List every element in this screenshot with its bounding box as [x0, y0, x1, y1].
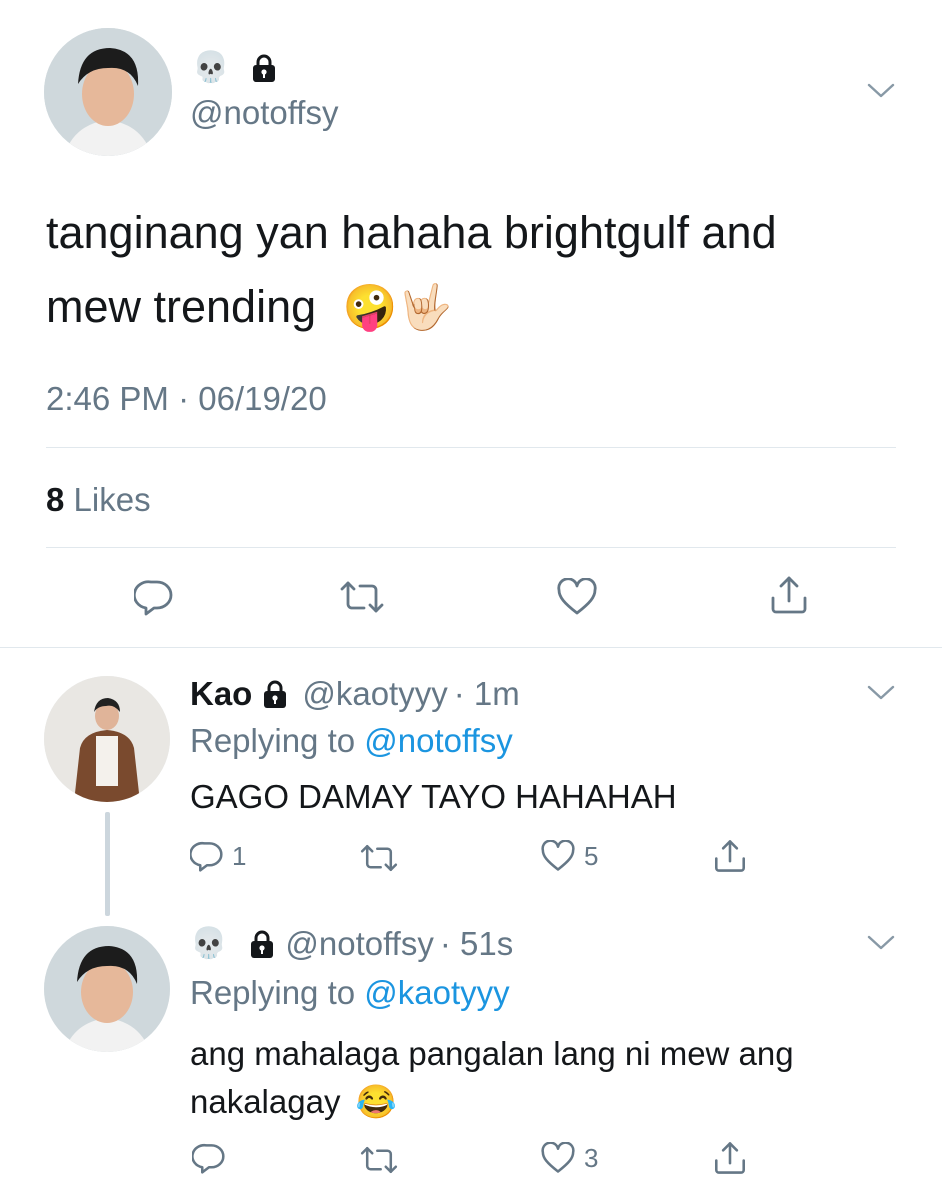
replying-prefix: Replying to: [190, 974, 356, 1011]
reply-text-line: nakalagay 😂: [190, 1078, 794, 1126]
reply-icon: [190, 840, 224, 872]
likes-label: Likes: [73, 481, 151, 518]
reply-icon[interactable]: [192, 1142, 226, 1174]
share-icon[interactable]: [712, 838, 748, 874]
chevron-down-icon[interactable]: [866, 932, 896, 952]
chevron-down-icon[interactable]: [866, 80, 896, 100]
like-icon: [540, 1142, 576, 1174]
handle[interactable]: @notoffsy: [285, 925, 433, 963]
like-icon: [540, 840, 576, 872]
tweet-text-line-2: mew trending: [46, 281, 317, 332]
reply-time: · 1m: [453, 675, 520, 712]
avatar[interactable]: [44, 28, 172, 156]
divider: [46, 547, 896, 548]
avatar[interactable]: [44, 676, 170, 802]
reply-button[interactable]: 1: [190, 840, 246, 872]
tweet-text: tanginang yan hahaha brightgulf and mew …: [46, 196, 777, 345]
thread-line: [105, 812, 110, 916]
reply-text-line-2: nakalagay: [190, 1083, 341, 1120]
tweet-text-line: tanginang yan hahaha brightgulf and: [46, 207, 777, 258]
lock-icon: [251, 53, 277, 83]
replying-handle-link[interactable]: @notoffsy: [364, 722, 512, 759]
reply-header: 💀 @notoffsy · 51s: [190, 922, 513, 966]
share-icon[interactable]: [712, 1140, 748, 1176]
replying-to: Replying to @notoffsy: [190, 722, 513, 760]
replying-handle-link[interactable]: @kaotyyy: [364, 974, 509, 1011]
like-count: 5: [584, 840, 599, 871]
display-name[interactable]: 💀: [192, 48, 277, 88]
lock-icon: [249, 929, 275, 959]
tweet-text-line: mew trending 🤪🤟🏻: [46, 270, 777, 345]
avatar[interactable]: [44, 926, 170, 1052]
reply-text: ang mahalaga pangalan lang ni mew ang na…: [190, 1030, 794, 1126]
chevron-down-icon[interactable]: [866, 682, 896, 702]
tears-of-joy-emoji: 😂: [355, 1083, 397, 1120]
retweet-icon[interactable]: [338, 578, 386, 616]
lock-icon: [262, 679, 288, 709]
likes-stat[interactable]: 8 Likes: [46, 481, 151, 519]
handle[interactable]: @notoffsy: [190, 94, 338, 132]
divider: [0, 647, 942, 648]
reply-header: Kao @kaotyyy · 1m: [190, 672, 520, 716]
reply-text-line: ang mahalaga pangalan lang ni mew ang: [190, 1035, 794, 1072]
reply-count: 1: [232, 840, 247, 871]
reply-text: GAGO DAMAY TAYO HAHAHAH: [190, 778, 677, 815]
share-icon[interactable]: [768, 574, 810, 616]
tweet-emojis: 🤪🤟🏻: [342, 283, 453, 332]
replying-prefix: Replying to: [190, 722, 356, 759]
likes-count: 8: [46, 481, 65, 518]
handle[interactable]: @kaotyyy: [302, 675, 447, 713]
skull-emoji[interactable]: 💀: [190, 929, 227, 959]
display-name[interactable]: Kao: [190, 675, 252, 713]
like-button[interactable]: 5: [540, 840, 598, 872]
reply-icon[interactable]: [134, 578, 174, 616]
retweet-icon[interactable]: [358, 842, 400, 874]
divider: [46, 447, 896, 448]
like-count: 3: [584, 1142, 599, 1173]
like-button[interactable]: 3: [540, 1142, 598, 1174]
like-icon[interactable]: [556, 578, 598, 616]
replying-to: Replying to @kaotyyy: [190, 974, 510, 1012]
timestamp[interactable]: 2:46 PM · 06/19/20: [46, 380, 327, 418]
skull-emoji: 💀: [192, 51, 230, 84]
reply-time: · 51s: [439, 925, 514, 962]
retweet-icon[interactable]: [358, 1144, 400, 1176]
